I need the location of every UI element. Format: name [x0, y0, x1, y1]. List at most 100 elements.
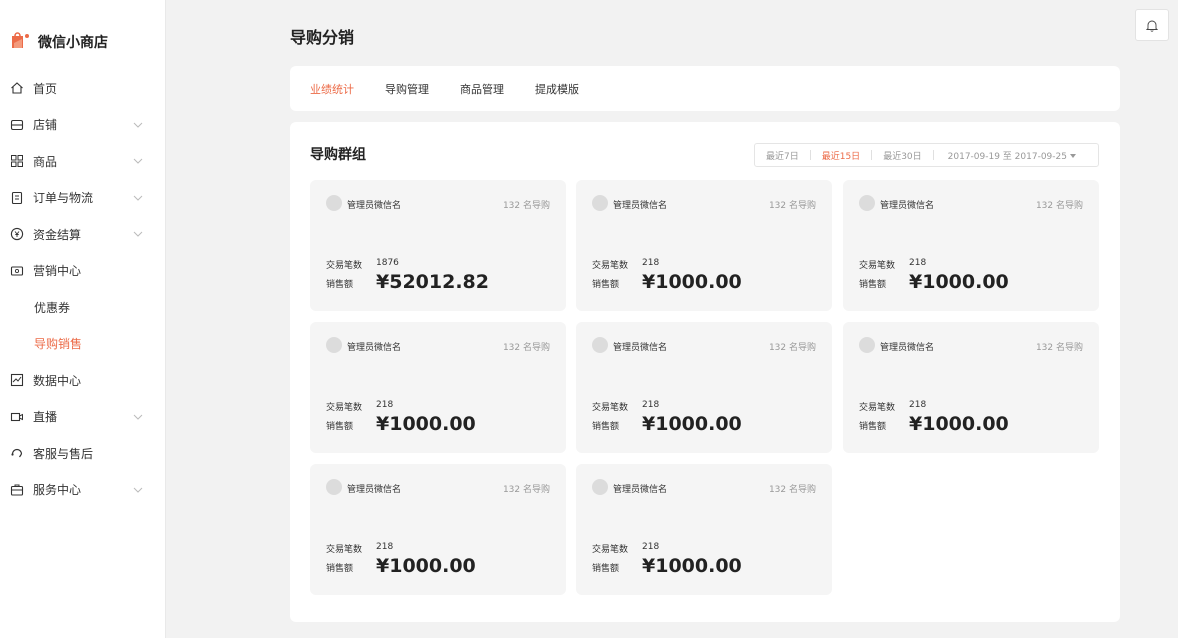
transactions-value: 218: [909, 258, 927, 268]
guide-groups-panel: 导购群组 最近7日 最近15日 最近30日 2017-09-19 至 2017-…: [290, 122, 1120, 622]
group-card[interactable]: 管理员微信名 132 名导购 交易笔数 218 销售额 ¥1000.00: [843, 180, 1099, 311]
transactions-value: 1876: [376, 258, 399, 268]
avatar: [326, 195, 342, 211]
date-range-picker[interactable]: 2017-09-19 至 2017-09-25: [934, 149, 1076, 162]
chevron-down-icon: [133, 195, 143, 201]
chevron-down-icon: [133, 414, 143, 420]
sidebar-item-finance[interactable]: 资金结算: [0, 216, 166, 253]
app-name: 微信小商店: [38, 35, 108, 51]
yen-icon: [10, 227, 24, 241]
home-icon: [10, 81, 24, 95]
sidebar-item-label: 数据中心: [33, 373, 82, 388]
sales-label: 销售额: [859, 280, 887, 290]
sales-label: 销售额: [326, 564, 354, 574]
group-card[interactable]: 管理员微信名 132 名导购 交易笔数 218 销售额 ¥1000.00: [310, 322, 566, 453]
store-icon: [10, 118, 24, 132]
sidebar-item-products[interactable]: 商品: [0, 143, 166, 180]
guide-count: 132 名导购: [768, 201, 816, 211]
chevron-down-icon: [133, 487, 143, 493]
notification-button[interactable]: [1135, 9, 1169, 41]
sidebar-item-store[interactable]: 店铺: [0, 107, 166, 144]
sidebar-item-label: 订单与物流: [33, 191, 94, 206]
sidebar-item-guide-sales[interactable]: 导购销售: [0, 326, 166, 363]
sales-value: ¥1000.00: [642, 413, 742, 435]
admin-name: 管理员微信名: [347, 485, 402, 495]
guide-count: 132 名导购: [1035, 343, 1083, 353]
shop-bag-icon: [10, 30, 30, 54]
sidebar-item-label: 店铺: [33, 118, 58, 133]
sales-value: ¥52012.82: [376, 271, 489, 293]
order-icon: [10, 191, 24, 205]
transactions-value: 218: [642, 542, 660, 552]
transactions-value: 218: [376, 542, 394, 552]
transactions-label: 交易笔数: [326, 403, 363, 413]
sidebar-item-marketing[interactable]: 营销中心: [0, 253, 166, 290]
sidebar-item-label: 服务中心: [33, 483, 82, 498]
chart-icon: [10, 373, 24, 387]
transactions-value: 218: [642, 258, 660, 268]
transactions-value: 218: [909, 400, 927, 410]
avatar: [592, 337, 608, 353]
avatar: [326, 479, 342, 495]
group-card[interactable]: 管理员微信名 132 名导购 交易笔数 218 销售额 ¥1000.00: [576, 180, 832, 311]
sales-value: ¥1000.00: [909, 413, 1009, 435]
tab-performance[interactable]: 业绩统计: [310, 81, 354, 97]
transactions-label: 交易笔数: [592, 545, 629, 555]
avatar: [592, 479, 608, 495]
chevron-down-icon: [133, 158, 143, 164]
sales-label: 销售额: [592, 422, 620, 432]
sales-value: ¥1000.00: [376, 413, 476, 435]
sidebar-item-label: 营销中心: [33, 264, 82, 279]
guide-count: 132 名导购: [1035, 201, 1083, 211]
tabs-bar: 业绩统计 导购管理 商品管理 提成模版: [290, 66, 1120, 111]
sidebar-item-data[interactable]: 数据中心: [0, 362, 166, 399]
sales-label: 销售额: [859, 422, 887, 432]
sales-label: 销售额: [326, 422, 354, 432]
ticket-icon: [10, 264, 24, 278]
date-range-filter: 最近7日 最近15日 最近30日 2017-09-19 至 2017-09-25: [754, 143, 1099, 167]
sales-value: ¥1000.00: [642, 271, 742, 293]
group-card[interactable]: 管理员微信名 132 名导购 交易笔数 1876 销售额 ¥52012.82: [310, 180, 566, 311]
sidebar-item-live[interactable]: 直播: [0, 399, 166, 436]
chevron-down-icon: [133, 231, 143, 237]
tab-guide-management[interactable]: 导购管理: [385, 81, 429, 97]
sidebar-item-label: 资金结算: [33, 227, 82, 242]
sidebar-nav: 首页 店铺 商品 订单与物流 资金结算 营销中心 优惠券 导购销售 数据中心 直…: [0, 70, 166, 508]
transactions-label: 交易笔数: [326, 261, 363, 271]
transactions-value: 218: [376, 400, 394, 410]
sidebar-item-label: 直播: [33, 410, 58, 425]
sidebar-item-service[interactable]: 客服与售后: [0, 435, 166, 472]
sidebar-item-home[interactable]: 首页: [0, 70, 166, 107]
tab-product-management[interactable]: 商品管理: [460, 81, 504, 97]
brand[interactable]: 微信小商店: [10, 30, 108, 54]
transactions-label: 交易笔数: [859, 403, 896, 413]
sales-value: ¥1000.00: [909, 271, 1009, 293]
date-range-value: 2017-09-19 至 2017-09-25: [947, 151, 1067, 162]
guide-count: 132 名导购: [768, 485, 816, 495]
sidebar-item-label: 首页: [33, 81, 58, 96]
transactions-label: 交易笔数: [592, 261, 629, 271]
range-30-days[interactable]: 最近30日: [872, 149, 932, 162]
group-card[interactable]: 管理员微信名 132 名导购 交易笔数 218 销售额 ¥1000.00: [576, 322, 832, 453]
sales-label: 销售额: [592, 280, 620, 290]
transactions-label: 交易笔数: [859, 261, 896, 271]
sidebar-item-coupons[interactable]: 优惠券: [0, 289, 166, 326]
admin-name: 管理员微信名: [347, 343, 402, 353]
sales-label: 销售额: [592, 564, 620, 574]
tab-commission-template[interactable]: 提成模版: [535, 81, 579, 97]
avatar: [592, 195, 608, 211]
range-15-days[interactable]: 最近15日: [811, 149, 871, 162]
sales-value: ¥1000.00: [642, 555, 742, 577]
sidebar-item-service-center[interactable]: 服务中心: [0, 472, 166, 509]
group-card[interactable]: 管理员微信名 132 名导购 交易笔数 218 销售额 ¥1000.00: [310, 464, 566, 595]
guide-count: 132 名导购: [768, 343, 816, 353]
headset-icon: [10, 446, 24, 460]
guide-count: 132 名导购: [502, 485, 550, 495]
range-7-days[interactable]: 最近7日: [755, 149, 810, 162]
sidebar-item-orders[interactable]: 订单与物流: [0, 180, 166, 217]
admin-name: 管理员微信名: [613, 343, 668, 353]
group-card[interactable]: 管理员微信名 132 名导购 交易笔数 218 销售额 ¥1000.00: [843, 322, 1099, 453]
briefcase-icon: [10, 483, 24, 497]
admin-name: 管理员微信名: [613, 201, 668, 211]
group-card[interactable]: 管理员微信名 132 名导购 交易笔数 218 销售额 ¥1000.00: [576, 464, 832, 595]
